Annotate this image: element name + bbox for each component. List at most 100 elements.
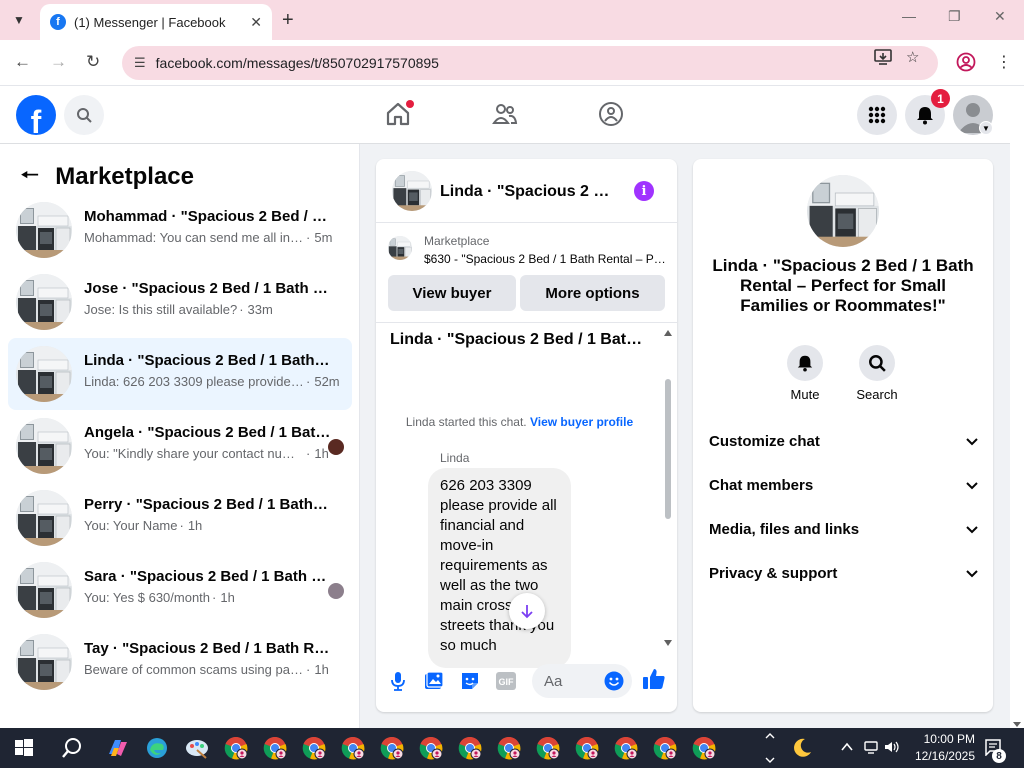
conversation-row[interactable]: Tay · "Spacious 2 Bed / 1 Bath Rental – … [8, 626, 352, 698]
groups-icon[interactable] [597, 100, 625, 128]
conversation-preview: Linda: 626 203 3309 please provide all f… [84, 374, 304, 389]
mute-label: Mute [790, 387, 820, 402]
account-chevron-icon[interactable]: ▼ [979, 121, 993, 135]
chevron-down-icon [966, 526, 978, 534]
restore-icon[interactable]: ❐ [948, 8, 961, 25]
page-scrollbar[interactable] [1010, 86, 1024, 728]
gif-icon[interactable]: GIF [494, 669, 518, 693]
conversation-thumbnail [16, 562, 72, 618]
browser-tab[interactable]: f (1) Messenger | Facebook ✕ [40, 4, 272, 40]
message-input[interactable]: Aa [532, 664, 632, 698]
info-icon[interactable]: i [634, 181, 654, 201]
sticker-icon[interactable] [458, 669, 482, 693]
install-app-icon[interactable] [874, 48, 892, 70]
browser-menu-icon[interactable]: ⋮ [996, 52, 1012, 72]
thread-scrollbar-thumb[interactable] [665, 379, 671, 519]
facebook-search-icon[interactable] [64, 95, 104, 135]
chrome-window-icon[interactable] [224, 736, 248, 760]
tray-chevron-up-icon[interactable] [840, 740, 854, 757]
chrome-window-icon[interactable] [263, 736, 287, 760]
section-media-files-links[interactable]: Media, files and links [709, 511, 979, 547]
conversation-sidebar: 🠔 Marketplace Mohammad · "Spacious 2 Bed… [0, 144, 360, 728]
photo-icon[interactable] [422, 669, 446, 693]
night-light-moon-icon[interactable] [791, 737, 813, 762]
chat-header-name[interactable]: Linda · "Spacious 2 Bed / 1 Bath Rental … [440, 183, 620, 201]
mute-action[interactable]: Mute [775, 345, 835, 402]
conversation-name: Perry · "Spacious 2 Bed / 1 Bath Rental … [84, 496, 332, 513]
chrome-window-icon[interactable] [536, 736, 560, 760]
seen-by-avatar [328, 583, 344, 599]
mute-bell-icon[interactable] [787, 345, 823, 381]
conversation-row[interactable]: Sara · "Spacious 2 Bed / 1 Bath Rental –… [8, 554, 352, 626]
info-listing-photo[interactable] [807, 175, 879, 247]
chat-header: Linda · "Spacious 2 Bed / 1 Bath Rental … [376, 159, 677, 223]
tray-expand-icon[interactable] [765, 732, 775, 767]
message-bubble[interactable]: 626 203 3309 please provide all financia… [428, 468, 571, 668]
friends-icon[interactable] [491, 100, 519, 128]
conversation-row[interactable]: Linda · "Spacious 2 Bed / 1 Bath Rental … [8, 338, 352, 410]
like-thumb-icon[interactable] [642, 667, 666, 691]
back-arrow-icon[interactable]: 🠔 [20, 158, 39, 196]
window-close-icon[interactable]: ✕ [994, 8, 1006, 25]
chrome-window-icon[interactable] [341, 736, 365, 760]
network-icon[interactable] [864, 740, 878, 757]
chat-info-panel: Linda · "Spacious 2 Bed / 1 Bath Rental … [693, 159, 993, 712]
reload-icon[interactable]: ↻ [86, 52, 100, 72]
facebook-logo-icon[interactable]: f [16, 95, 56, 135]
taskbar-search-icon[interactable] [60, 736, 84, 760]
chevron-down-icon [966, 438, 978, 446]
more-options-button[interactable]: More options [520, 275, 665, 311]
conversation-time: 1h [220, 590, 235, 605]
listing-thumbnail[interactable] [388, 236, 412, 260]
paint-icon[interactable] [184, 736, 208, 760]
menu-grid-icon[interactable] [857, 95, 897, 135]
listing-title[interactable]: $630 - "Spacious 2 Bed / 1 Bath Rental –… [424, 252, 666, 266]
chevron-down-icon [966, 570, 978, 578]
section-chat-members[interactable]: Chat members [709, 467, 979, 503]
section-privacy-support[interactable]: Privacy & support [709, 555, 979, 591]
copilot-icon[interactable] [105, 736, 129, 760]
view-buyer-button[interactable]: View buyer [388, 275, 516, 311]
conversation-row[interactable]: Perry · "Spacious 2 Bed / 1 Bath Rental … [8, 482, 352, 554]
section-customize-chat[interactable]: Customize chat [709, 423, 979, 459]
chrome-window-icon[interactable] [692, 736, 716, 760]
chrome-window-icon[interactable] [614, 736, 638, 760]
clock[interactable]: 10:00 PM 12/16/2025 [905, 731, 975, 765]
clock-time: 10:00 PM [923, 732, 975, 746]
section-label: Media, files and links [709, 520, 860, 538]
conversation-row[interactable]: Jose · "Spacious 2 Bed / 1 Bath Rental –… [8, 266, 352, 338]
minimize-icon[interactable]: — [902, 8, 916, 24]
address-bar[interactable]: ☰ facebook.com/messages/t/85070291757089… [122, 46, 938, 80]
conversation-subline: You: "Kindly share your contact number · 1… [84, 446, 329, 461]
search-magnifier-icon[interactable] [859, 345, 895, 381]
chrome-window-icon[interactable] [302, 736, 326, 760]
chat-listing-thumbnail[interactable] [392, 171, 432, 211]
chevron-down-icon [966, 482, 978, 490]
forward-icon[interactable]: → [50, 52, 67, 72]
microphone-icon[interactable] [386, 669, 410, 693]
chrome-window-icon[interactable] [497, 736, 521, 760]
chrome-window-icon[interactable] [380, 736, 404, 760]
emoji-icon[interactable] [604, 671, 624, 696]
search-action[interactable]: Search [847, 345, 907, 402]
chrome-window-icon[interactable] [575, 736, 599, 760]
tab-search-chevron-icon[interactable]: ▼ [6, 7, 32, 33]
section-label: Privacy & support [709, 564, 838, 582]
chrome-window-icon[interactable] [458, 736, 482, 760]
view-buyer-profile-link[interactable]: View buyer profile [530, 415, 633, 429]
windows-start-icon[interactable] [12, 736, 36, 760]
conversation-row[interactable]: Mohammad · "Spacious 2 Bed / 1 Bath Rent… [8, 194, 352, 266]
chrome-window-icon[interactable] [419, 736, 443, 760]
conversation-row[interactable]: Angela · "Spacious 2 Bed / 1 Bath Rental… [8, 410, 352, 482]
edge-icon[interactable] [145, 736, 169, 760]
tab-close-icon[interactable]: ✕ [250, 14, 262, 31]
site-info-icon[interactable]: ☰ [134, 55, 146, 71]
scroll-to-bottom-button[interactable] [509, 593, 545, 629]
chrome-window-icon[interactable] [653, 736, 677, 760]
profile-icon[interactable] [956, 52, 976, 77]
back-icon[interactable]: ← [14, 52, 31, 72]
bookmark-star-icon[interactable]: ☆ [906, 48, 919, 66]
conversation-subline: You: Your Name · 1h [84, 518, 202, 533]
new-tab-icon[interactable]: + [282, 8, 294, 32]
volume-icon[interactable] [884, 740, 900, 757]
